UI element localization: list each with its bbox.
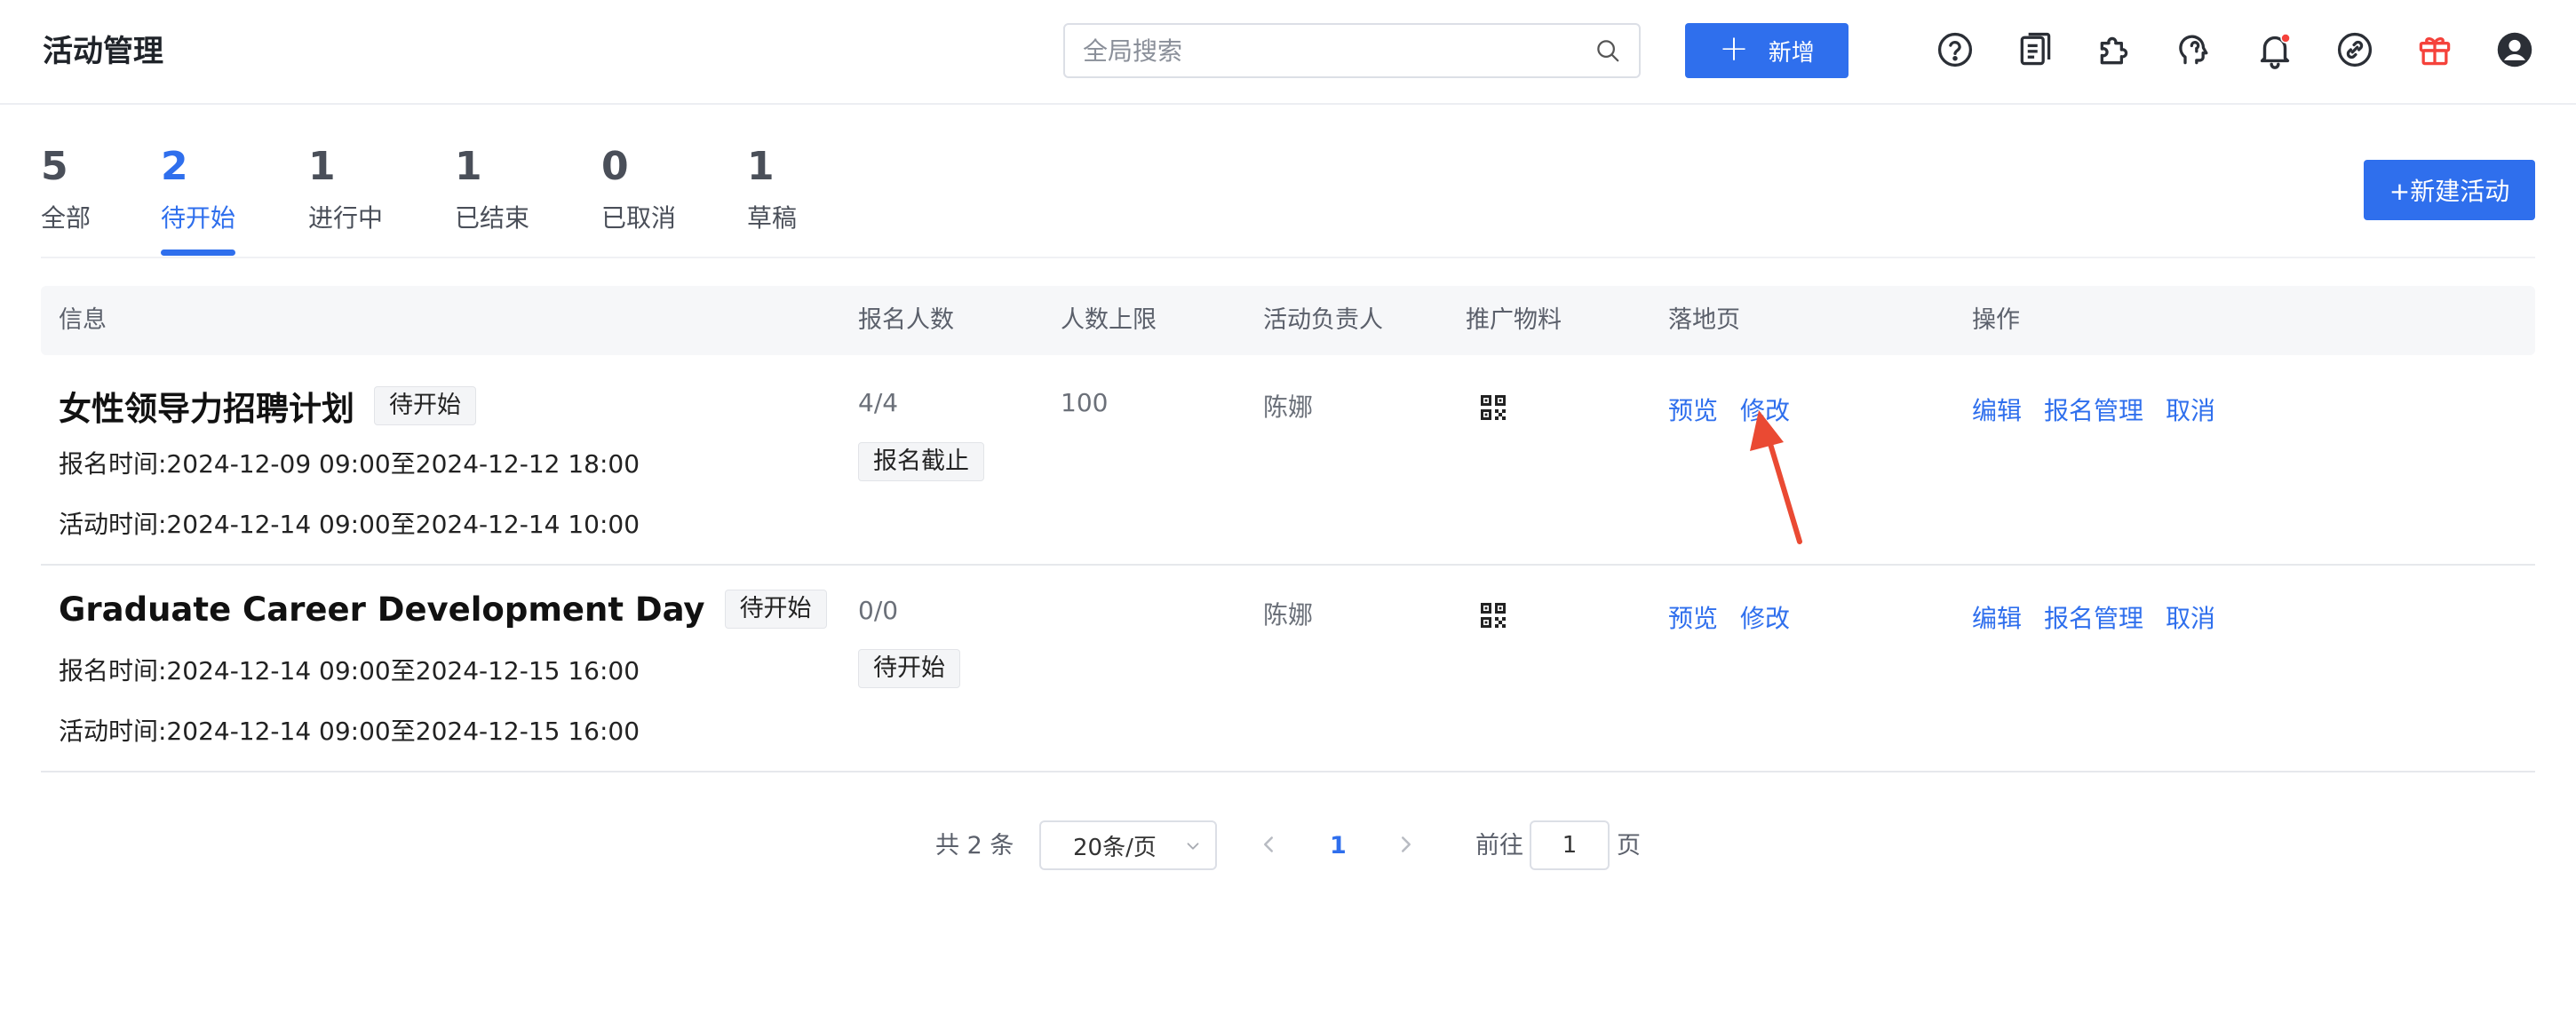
search-icon[interactable] bbox=[1594, 37, 1621, 64]
plugin-icon[interactable] bbox=[2094, 28, 2136, 71]
top-header: 活动管理 + 新增 bbox=[0, 0, 2576, 105]
signup-time: 报名时间:2024-12-09 09:00至2024-12-12 18:00 bbox=[59, 449, 640, 479]
tab-cancelled[interactable]: 0 已取消 bbox=[601, 142, 676, 236]
tab-label: 草稿 bbox=[747, 203, 798, 233]
column-header-landing-page: 落地页 bbox=[1668, 306, 1740, 334]
cancel-link[interactable]: 取消 bbox=[2166, 392, 2215, 427]
global-search-input[interactable] bbox=[1083, 25, 1580, 76]
signup-status-tag: 报名截止 bbox=[858, 442, 984, 481]
activity-time: 活动时间:2024-12-14 09:00至2024-12-15 16:00 bbox=[59, 717, 640, 746]
tab-count: 1 bbox=[747, 144, 775, 189]
edit-link[interactable]: 编辑 bbox=[1972, 392, 2022, 427]
tab-in-progress[interactable]: 1 进行中 bbox=[308, 142, 383, 236]
column-header-actions: 操作 bbox=[1972, 306, 2020, 334]
user-avatar-icon[interactable] bbox=[2493, 28, 2536, 71]
column-header-materials: 推广物料 bbox=[1466, 306, 1562, 334]
link-icon[interactable] bbox=[2334, 28, 2376, 71]
current-page-number[interactable]: 1 bbox=[1330, 830, 1347, 862]
document-icon[interactable] bbox=[2014, 28, 2056, 71]
page-suffix-label: 页 bbox=[1617, 832, 1641, 860]
signup-time: 报名时间:2024-12-14 09:00至2024-12-15 16:00 bbox=[59, 656, 640, 685]
tab-label: 已取消 bbox=[601, 203, 677, 233]
help-icon[interactable] bbox=[1934, 28, 1976, 71]
row-divider bbox=[41, 564, 2535, 566]
page-size-select[interactable]: 20条/页 bbox=[1039, 820, 1217, 870]
signup-management-link[interactable]: 报名管理 bbox=[2044, 392, 2143, 427]
signup-status-tag: 待开始 bbox=[858, 649, 960, 688]
row-title-wrap: Graduate Career Development Day 待开始 bbox=[59, 590, 827, 629]
gift-icon[interactable] bbox=[2413, 28, 2456, 71]
activity-time: 活动时间:2024-12-14 09:00至2024-12-14 10:00 bbox=[59, 510, 640, 539]
tab-label: 已结束 bbox=[455, 203, 530, 233]
activity-title: 女性领导力招聘计划 bbox=[59, 390, 354, 428]
annotation-arrow-icon bbox=[1750, 410, 1802, 544]
chevron-down-icon bbox=[1187, 843, 1199, 850]
preview-link[interactable]: 预览 bbox=[1668, 599, 1718, 635]
signup-status-label: 待开始 bbox=[858, 649, 960, 688]
tab-pending[interactable]: 2 待开始 bbox=[161, 142, 235, 236]
modify-link[interactable]: 修改 bbox=[1740, 392, 1790, 427]
tab-label: 待开始 bbox=[161, 203, 236, 233]
prev-page-icon[interactable] bbox=[1255, 831, 1282, 858]
row-title-wrap: 女性领导力招聘计划 待开始 bbox=[59, 382, 476, 430]
status-badge: 待开始 bbox=[374, 386, 476, 425]
modify-link[interactable]: 修改 bbox=[1740, 599, 1790, 635]
global-search-box[interactable] bbox=[1063, 23, 1641, 78]
tab-count: 0 bbox=[601, 144, 629, 189]
active-tab-indicator bbox=[161, 250, 235, 256]
column-header-limit: 人数上限 bbox=[1061, 306, 1157, 334]
participant-limit: 100 bbox=[1061, 388, 1109, 417]
qr-code-icon[interactable] bbox=[1481, 603, 1506, 628]
tab-label: 全部 bbox=[41, 203, 91, 233]
add-button-label: 新增 bbox=[1768, 39, 1815, 67]
activity-owner: 陈娜 bbox=[1263, 600, 1314, 630]
brain-icon[interactable] bbox=[2174, 28, 2216, 71]
tab-label: 进行中 bbox=[308, 203, 384, 233]
preview-link[interactable]: 预览 bbox=[1668, 392, 1718, 427]
app-title: 活动管理 bbox=[43, 34, 163, 69]
page-size-value: 20条/页 bbox=[1073, 834, 1157, 861]
plus-icon: + bbox=[1719, 28, 1749, 69]
column-header-signups: 报名人数 bbox=[858, 306, 954, 334]
edit-link[interactable]: 编辑 bbox=[1972, 599, 2022, 635]
tabs-divider bbox=[41, 257, 2535, 258]
tab-draft[interactable]: 1 草稿 bbox=[747, 142, 797, 236]
signup-status-label: 报名截止 bbox=[858, 442, 984, 481]
column-header-info: 信息 bbox=[59, 306, 107, 334]
tab-all[interactable]: 5 全部 bbox=[41, 142, 91, 236]
column-header-owner: 活动负责人 bbox=[1263, 306, 1383, 334]
signup-count: 0/0 bbox=[858, 596, 899, 625]
new-activity-button[interactable]: +新建活动 bbox=[2364, 160, 2535, 220]
bell-icon[interactable] bbox=[2254, 28, 2296, 71]
signup-management-link[interactable]: 报名管理 bbox=[2044, 599, 2143, 635]
tab-count: 5 bbox=[41, 144, 68, 189]
activity-title: Graduate Career Development Day bbox=[59, 590, 705, 629]
row-divider bbox=[41, 771, 2535, 772]
signup-count: 4/4 bbox=[858, 388, 899, 417]
goto-label: 前往 bbox=[1475, 832, 1523, 860]
activity-owner: 陈娜 bbox=[1263, 392, 1314, 422]
next-page-icon[interactable] bbox=[1393, 831, 1419, 858]
pagination-total: 共 2 条 bbox=[935, 832, 1014, 860]
cancel-link[interactable]: 取消 bbox=[2166, 599, 2215, 635]
status-badge: 待开始 bbox=[724, 590, 827, 629]
table-header: 信息 报名人数 人数上限 活动负责人 推广物料 落地页 操作 bbox=[41, 286, 2535, 355]
goto-page-input[interactable] bbox=[1530, 820, 1610, 870]
tab-count: 2 bbox=[161, 144, 188, 189]
add-button[interactable]: + 新增 bbox=[1685, 23, 1849, 78]
tab-ended[interactable]: 1 已结束 bbox=[455, 142, 529, 236]
qr-code-icon[interactable] bbox=[1481, 395, 1506, 420]
tab-count: 1 bbox=[308, 144, 336, 189]
tab-count: 1 bbox=[455, 144, 482, 189]
